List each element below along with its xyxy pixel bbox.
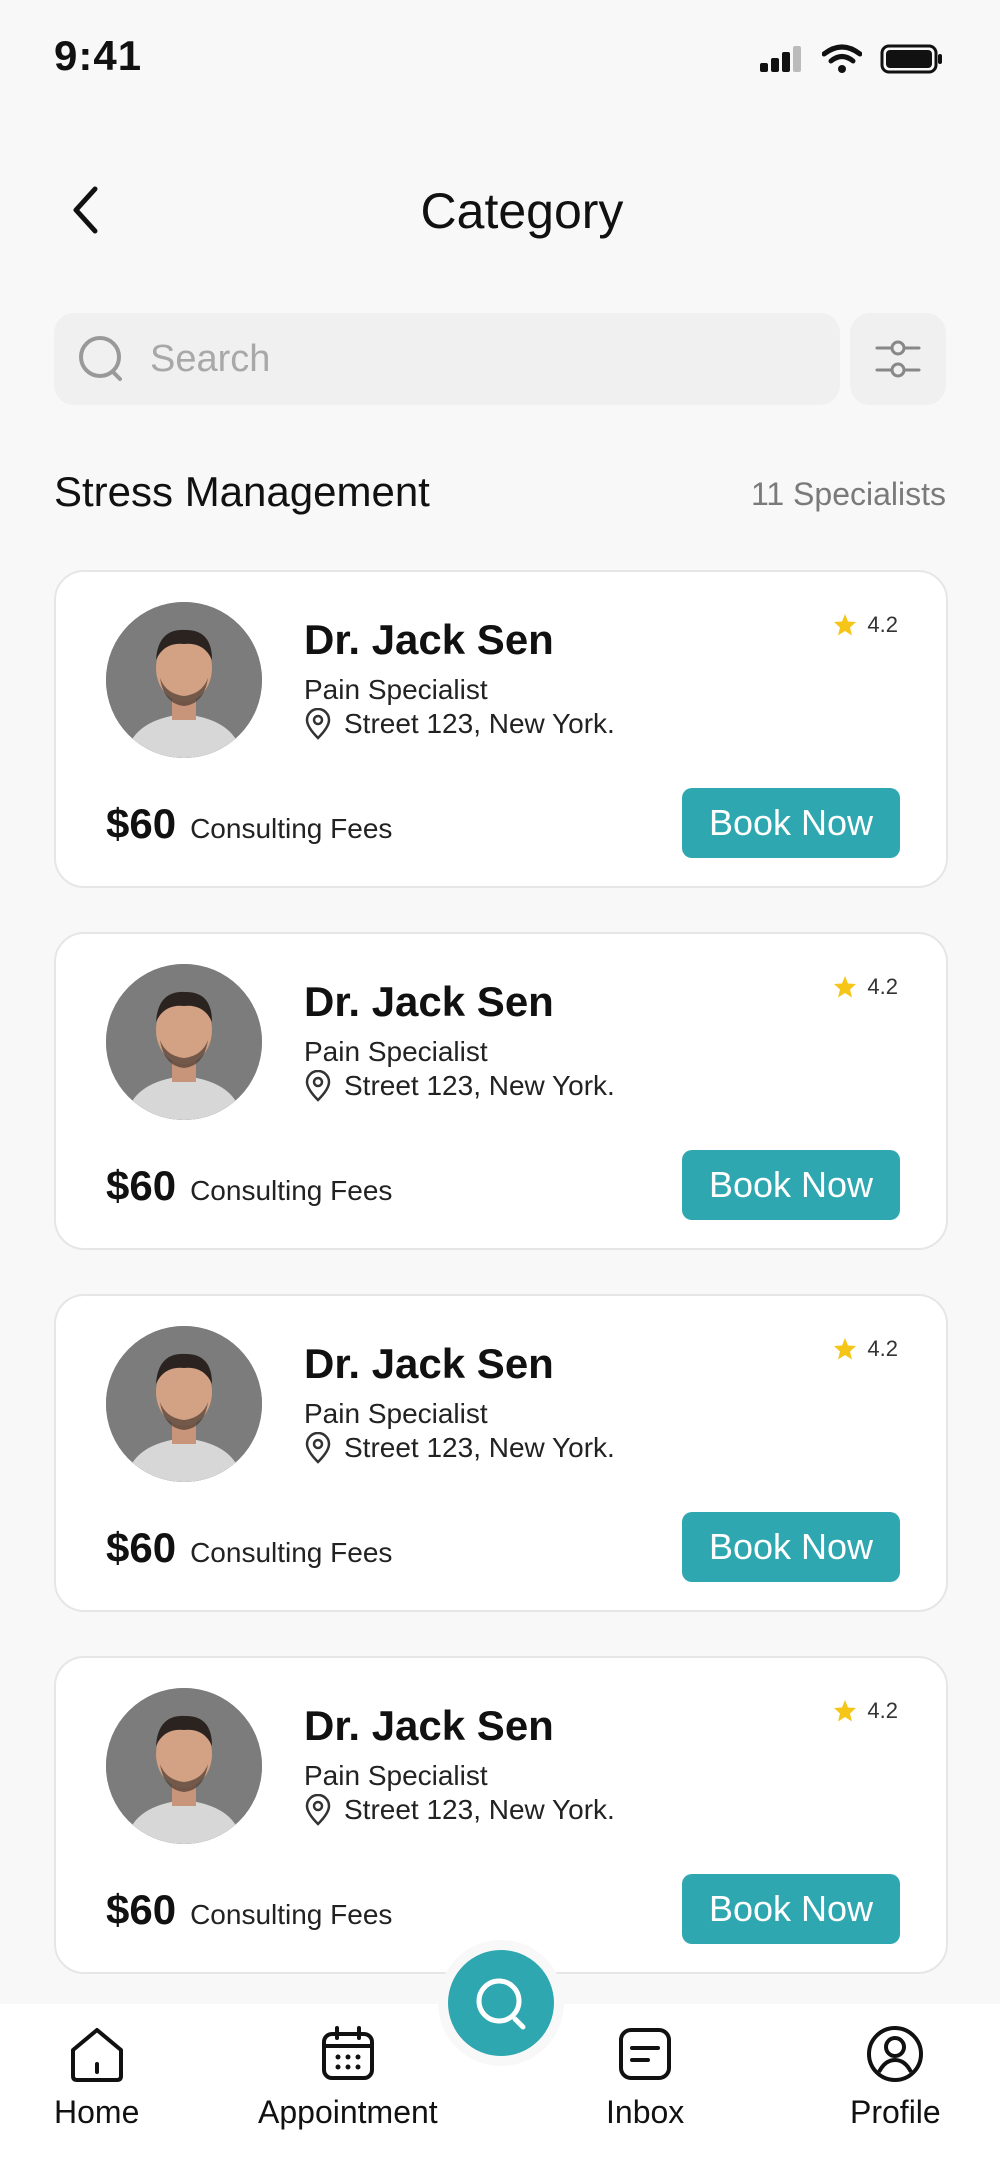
doctor-photo	[106, 1688, 262, 1844]
doctor-name: Dr. Jack Sen	[304, 978, 554, 1025]
fee-label: Consulting Fees	[190, 813, 393, 844]
fee-label: Consulting Fees	[190, 1899, 393, 1930]
doctor-photo	[106, 1326, 262, 1482]
book-now-button[interactable]: Book Now	[682, 788, 900, 858]
specialists-count: 11 Specialists	[750, 476, 946, 512]
location-pin-icon	[305, 1070, 331, 1102]
doctor-card[interactable]: Dr. Jack Sen Pain Specialist Street 123,…	[54, 1294, 948, 1612]
doctor-photo	[106, 602, 262, 758]
doctor-avatar	[106, 1326, 262, 1482]
nav-profile[interactable]: Profile	[850, 2024, 941, 2131]
book-now-button[interactable]: Book Now	[682, 1874, 900, 1944]
filter-button[interactable]	[850, 313, 946, 405]
fee-label: Consulting Fees	[190, 1175, 393, 1206]
doctor-rating: 4.2	[833, 1698, 898, 1724]
doctor-card[interactable]: Dr. Jack Sen Pain Specialist Street 123,…	[54, 1656, 948, 1974]
doctor-rating: 4.2	[833, 1336, 898, 1362]
star-icon	[834, 1338, 857, 1360]
rating-value: 4.2	[867, 612, 898, 637]
doctor-name: Dr. Jack Sen	[304, 1340, 554, 1387]
location-pin-icon	[305, 708, 331, 740]
location-pin-icon	[305, 1432, 331, 1464]
doctor-address: Street 123, New York.	[344, 708, 615, 739]
doctor-card[interactable]: Dr. Jack Sen Pain Specialist Street 123,…	[54, 570, 948, 888]
wifi-icon	[822, 44, 862, 73]
section-header: Stress Management 11 Specialists	[54, 468, 946, 528]
doctor-address: Street 123, New York.	[344, 1432, 615, 1463]
price-row: $60 Consulting Fees	[106, 1162, 392, 1210]
star-icon	[834, 976, 857, 998]
doctor-name: Dr. Jack Sen	[304, 1702, 554, 1749]
doctor-location: Street 123, New York.	[304, 1070, 615, 1102]
location-pin-icon	[305, 1794, 331, 1826]
doctor-specialty: Pain Specialist	[304, 1036, 488, 1067]
signal-icon	[760, 46, 801, 72]
rating-value: 4.2	[867, 1698, 898, 1723]
doctor-location: Street 123, New York.	[304, 1794, 615, 1826]
battery-icon	[880, 44, 942, 74]
doctor-specialty: Pain Specialist	[304, 1398, 488, 1429]
nav-inbox[interactable]: Inbox	[606, 2024, 684, 2131]
fee-label: Consulting Fees	[190, 1537, 393, 1568]
doctor-price: $60	[106, 1886, 177, 1933]
star-icon	[834, 1700, 857, 1722]
nav-home[interactable]: Home	[54, 2024, 139, 2131]
doctor-rating: 4.2	[833, 974, 898, 1000]
search-input[interactable]	[150, 337, 790, 381]
star-icon	[834, 614, 857, 636]
status-bar: 9:41	[0, 0, 1000, 120]
filter-icon	[875, 340, 921, 378]
doctor-specialty: Pain Specialist	[304, 674, 488, 705]
doctor-price: $60	[106, 1162, 177, 1209]
doctor-address: Street 123, New York.	[344, 1794, 615, 1825]
doctor-price: $60	[106, 800, 177, 847]
nav-appointment-label: Appointment	[258, 2094, 438, 2130]
status-icons	[760, 44, 944, 74]
doctor-location: Street 123, New York.	[304, 708, 615, 740]
nav-home-label: Home	[54, 2094, 140, 2130]
doctor-price: $60	[106, 1524, 177, 1571]
header: Category	[0, 160, 1000, 260]
nav-inbox-label: Inbox	[606, 2094, 685, 2130]
price-row: $60 Consulting Fees	[106, 1524, 392, 1572]
search-icon	[476, 1978, 526, 2030]
calendar-icon	[321, 2026, 374, 2080]
rating-value: 4.2	[867, 974, 898, 999]
nav-appointment[interactable]: Appointment	[258, 2024, 438, 2131]
inbox-icon	[619, 2028, 672, 2080]
doctor-card[interactable]: Dr. Jack Sen Pain Specialist Street 123,…	[54, 932, 948, 1250]
doctor-avatar	[106, 964, 262, 1120]
book-now-button[interactable]: Book Now	[682, 1512, 900, 1582]
search-icon	[79, 336, 122, 381]
home-icon	[70, 2028, 123, 2082]
doctor-avatar	[106, 1688, 262, 1844]
search-box[interactable]	[54, 313, 840, 405]
section-title: Stress Management	[54, 468, 430, 515]
doctor-rating: 4.2	[833, 612, 898, 638]
doctor-specialty: Pain Specialist	[304, 1760, 488, 1791]
rating-value: 4.2	[867, 1336, 898, 1361]
floating-search-button[interactable]	[448, 1950, 554, 2056]
doctor-name: Dr. Jack Sen	[304, 616, 554, 663]
price-row: $60 Consulting Fees	[106, 800, 392, 848]
page-title: Category	[420, 183, 624, 239]
search-row	[54, 313, 946, 405]
status-time: 9:41	[54, 32, 143, 79]
doctor-address: Street 123, New York.	[344, 1070, 615, 1101]
doctor-location: Street 123, New York.	[304, 1432, 615, 1464]
profile-icon	[867, 2026, 924, 2082]
doctor-photo	[106, 964, 262, 1120]
price-row: $60 Consulting Fees	[106, 1886, 392, 1934]
book-now-button[interactable]: Book Now	[682, 1150, 900, 1220]
doctor-avatar	[106, 602, 262, 758]
nav-profile-label: Profile	[850, 2094, 941, 2130]
